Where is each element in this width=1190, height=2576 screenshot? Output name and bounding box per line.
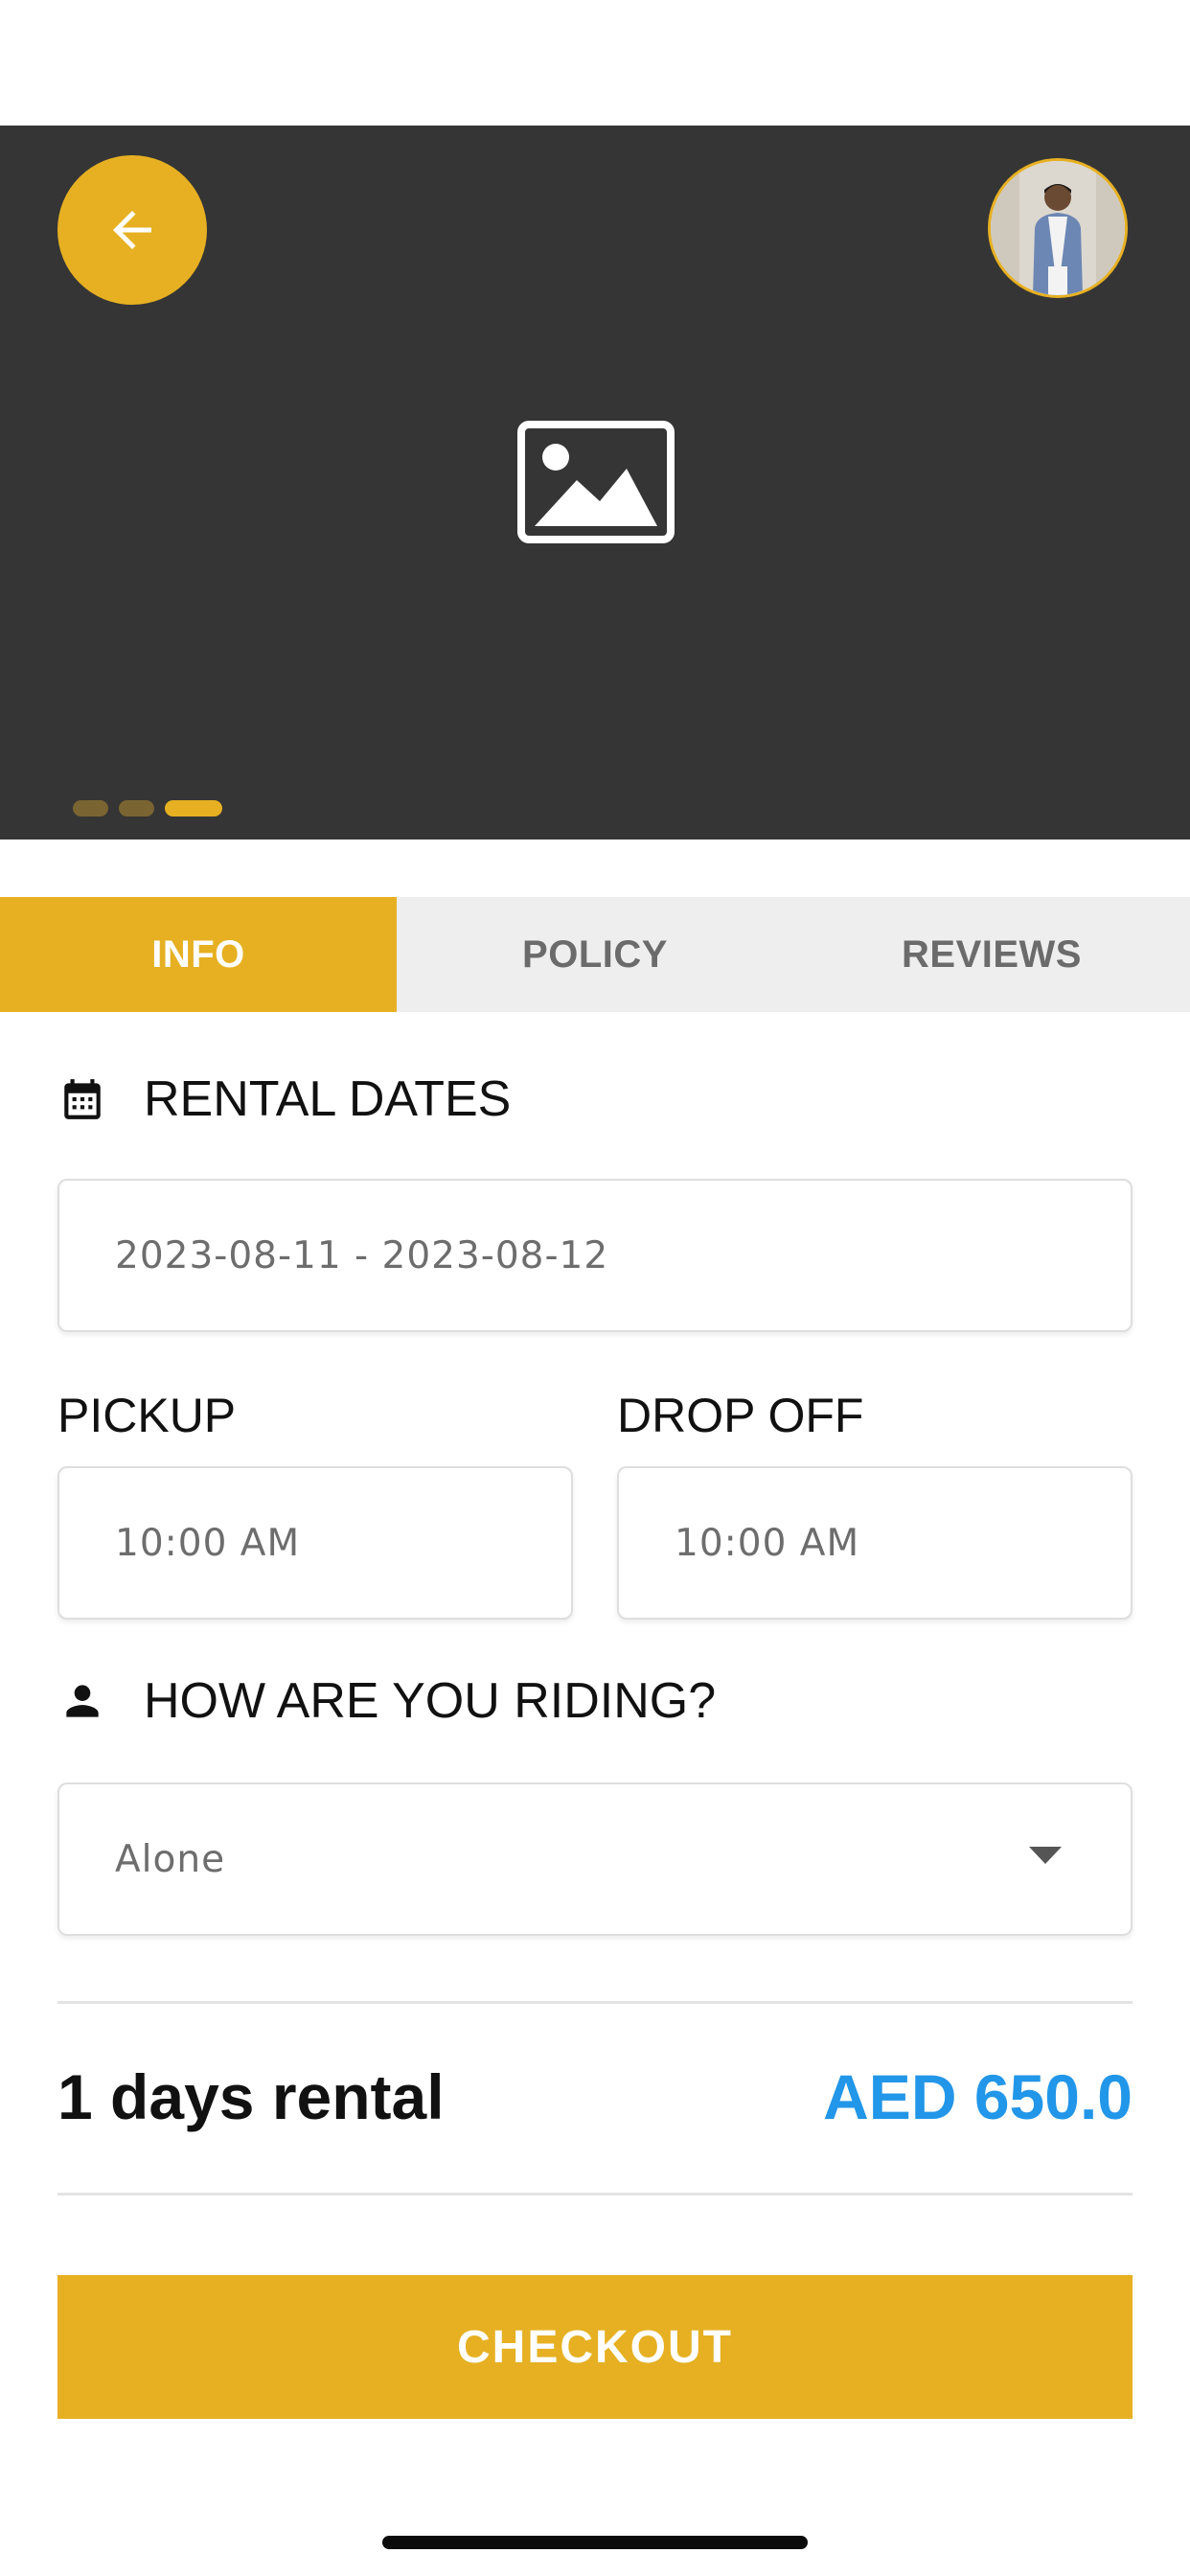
hero-image-carousel[interactable] [0,126,1190,840]
rental-dates-heading: RENTAL DATES [57,1070,511,1128]
back-button[interactable] [57,155,207,305]
tab-policy[interactable]: POLICY [397,897,793,1012]
person-icon [57,1676,107,1726]
carousel-dot-active[interactable] [165,800,222,816]
checkout-button[interactable]: CHECKOUT [57,2275,1133,2419]
dropoff-time-value: 10:00 AM [675,1521,860,1565]
rental-duration: 1 days rental [57,2061,445,2132]
tab-info[interactable]: INFO [0,897,397,1012]
rental-dates-value: 2023-08-11 - 2023-08-12 [115,1233,609,1277]
riding-selected-value: Alone [115,1837,226,1881]
riding-heading-label: HOW ARE YOU RIDING? [144,1673,717,1729]
image-placeholder-icon [517,421,675,543]
rental-price: AED 650.0 [823,2061,1133,2132]
pickup-label: PICKUP [57,1389,237,1442]
calendar-icon [57,1074,107,1124]
dropdown-arrow-icon [1029,1847,1062,1864]
carousel-dot[interactable] [73,800,108,816]
carousel-indicator [73,800,222,816]
pickup-time-value: 10:00 AM [115,1521,301,1565]
riding-select[interactable]: Alone [57,1782,1133,1936]
rental-dates-field[interactable]: 2023-08-11 - 2023-08-12 [57,1179,1133,1332]
riding-heading: HOW ARE YOU RIDING? [57,1672,716,1730]
tab-bar: INFO POLICY REVIEWS [0,897,1190,1012]
tab-reviews[interactable]: REVIEWS [793,897,1190,1012]
avatar[interactable] [988,158,1128,298]
dropoff-label: DROP OFF [617,1389,864,1442]
rental-dates-label: RENTAL DATES [144,1071,512,1127]
home-indicator[interactable] [382,2536,808,2549]
carousel-dot[interactable] [119,800,154,816]
divider [57,2193,1133,2196]
arrow-left-icon [113,211,151,249]
pickup-time-field[interactable]: 10:00 AM [57,1466,573,1620]
avatar-photo [991,161,1125,295]
divider [57,2001,1133,2004]
dropoff-time-field[interactable]: 10:00 AM [617,1466,1133,1620]
